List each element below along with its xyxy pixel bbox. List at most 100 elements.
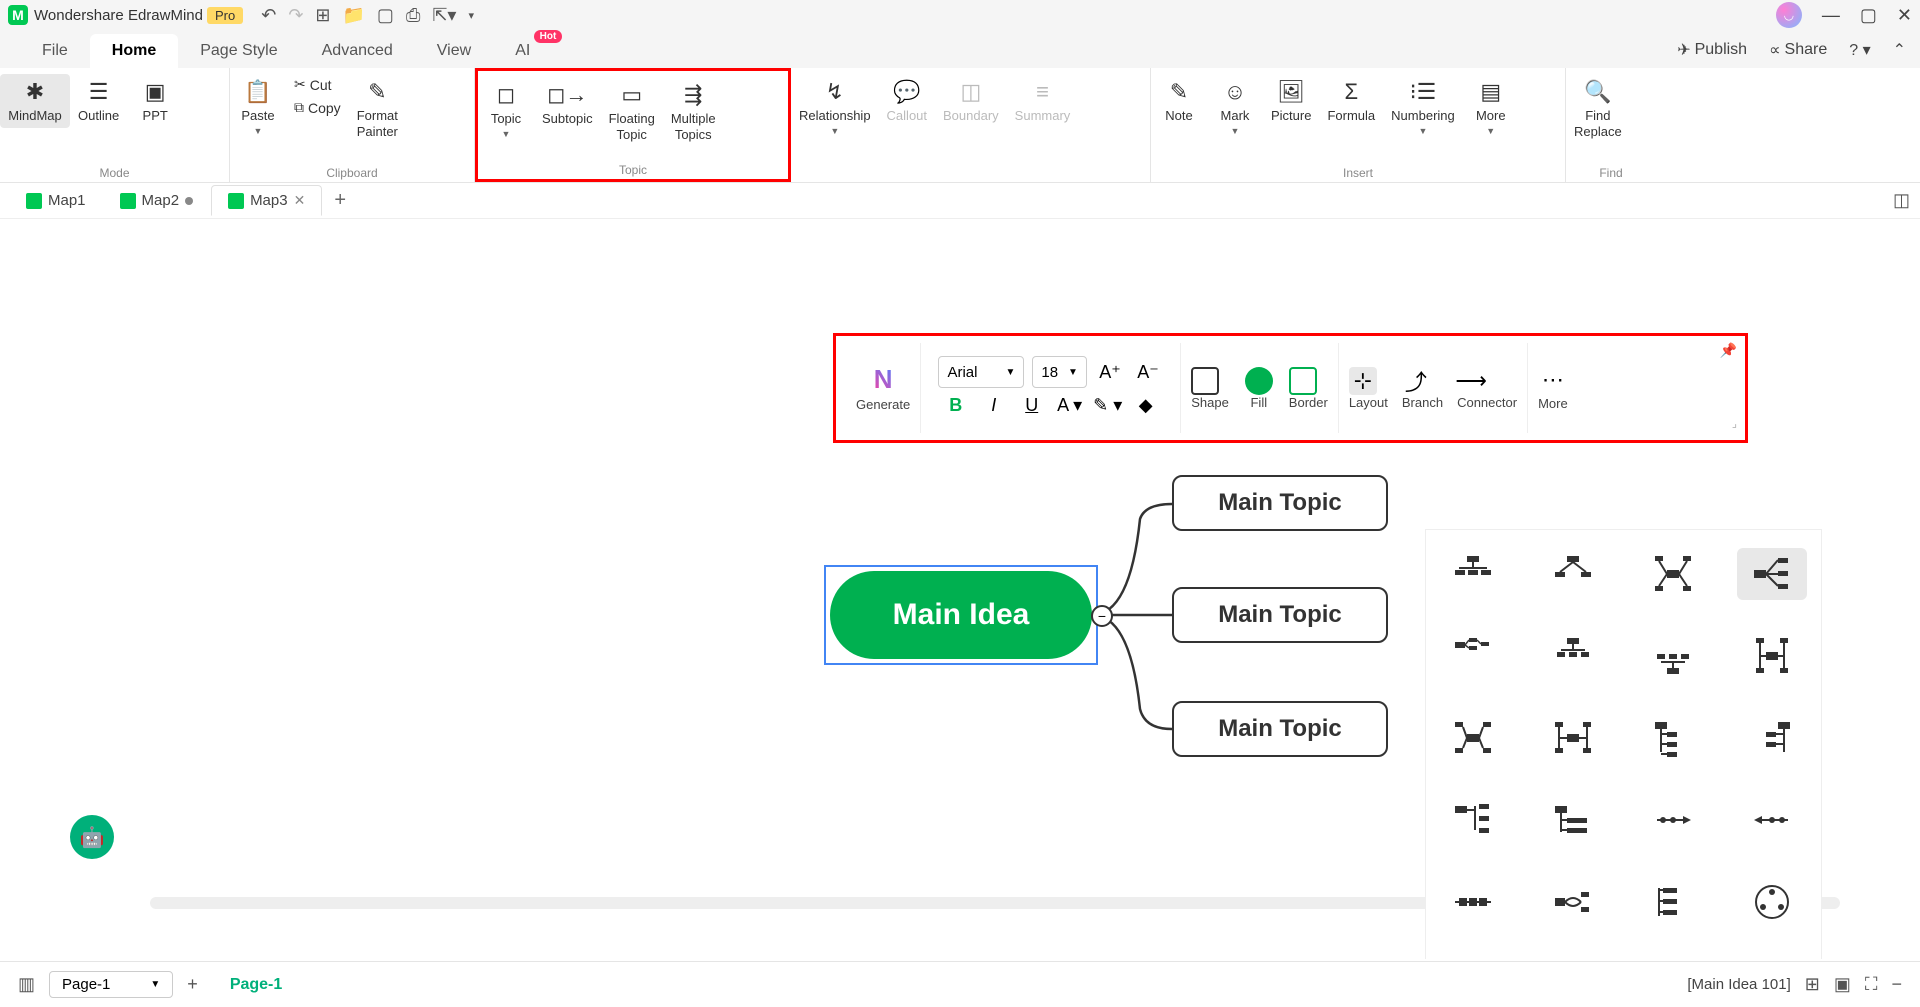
layout-option-6[interactable] xyxy=(1538,630,1608,682)
font-color-button[interactable]: A ▾ xyxy=(1055,390,1085,420)
layout-option-15[interactable] xyxy=(1638,794,1708,846)
layout-option-19[interactable] xyxy=(1638,876,1708,928)
fullscreen-icon[interactable]: ⛶ xyxy=(1865,974,1878,995)
layout-option-1[interactable] xyxy=(1438,548,1508,600)
layout-option-4[interactable] xyxy=(1737,548,1807,600)
open-icon[interactable]: 📁 xyxy=(343,5,365,26)
branch-button[interactable]: ⤴ xyxy=(1402,367,1430,395)
tab-pagestyle[interactable]: Page Style xyxy=(178,34,299,68)
side-panel-toggle-icon[interactable]: ◫ xyxy=(1893,190,1910,211)
view-mode-1-icon[interactable]: ⊞ xyxy=(1805,974,1820,995)
more-button[interactable]: ▤More▼ xyxy=(1463,74,1519,140)
doc-tab-map3[interactable]: Map3✕ xyxy=(211,185,322,216)
doc-tab-map2[interactable]: Map2 xyxy=(104,186,210,215)
layout-option-5[interactable] xyxy=(1438,630,1508,682)
doc-tab-map1[interactable]: Map1 xyxy=(10,186,102,215)
note-button[interactable]: ✎Note xyxy=(1151,74,1207,128)
increase-font-button[interactable]: A⁺ xyxy=(1095,357,1125,387)
layout-option-21[interactable] xyxy=(1438,958,1508,959)
layout-option-11[interactable] xyxy=(1638,712,1708,764)
fill-icon[interactable] xyxy=(1245,367,1273,395)
more-options-button[interactable]: ⋯ xyxy=(1539,366,1567,394)
tab-home[interactable]: Home xyxy=(90,34,178,68)
layout-option-20[interactable] xyxy=(1737,876,1807,928)
layout-option-9[interactable] xyxy=(1438,712,1508,764)
mark-button[interactable]: ☺Mark▼ xyxy=(1207,74,1263,140)
minimize-icon[interactable]: — xyxy=(1822,5,1840,26)
generate-button[interactable]: Generate xyxy=(856,397,910,412)
layout-option-22[interactable] xyxy=(1538,958,1608,959)
pin-icon[interactable]: 📌 xyxy=(1720,342,1737,359)
publish-button[interactable]: ✈Publish xyxy=(1677,40,1747,60)
outline-button[interactable]: ☰Outline xyxy=(70,74,127,128)
redo-icon[interactable]: ↷ xyxy=(288,5,303,26)
layout-option-12[interactable] xyxy=(1737,712,1807,764)
qat-customize-icon[interactable]: ▾ xyxy=(468,9,474,22)
tab-file[interactable]: File xyxy=(20,34,90,68)
numbering-button[interactable]: ⁝☰Numbering▼ xyxy=(1383,74,1463,140)
formula-button[interactable]: ΣFormula xyxy=(1319,74,1383,128)
border-icon[interactable] xyxy=(1289,367,1317,395)
add-tab-button[interactable]: + xyxy=(324,189,356,212)
tab-advanced[interactable]: Advanced xyxy=(300,34,415,68)
share-button[interactable]: ∝Share xyxy=(1769,40,1827,60)
outline-view-icon[interactable]: ▥ xyxy=(18,974,35,995)
layout-option-16[interactable] xyxy=(1737,794,1807,846)
add-page-button[interactable]: + xyxy=(187,974,198,995)
highlight-color-button[interactable]: ✎ ▾ xyxy=(1093,390,1123,420)
underline-button[interactable]: U xyxy=(1017,390,1047,420)
close-tab-icon[interactable]: ✕ xyxy=(294,192,306,209)
topic-button[interactable]: ◻Topic▼ xyxy=(478,77,534,143)
copy-button[interactable]: ⧉Copy xyxy=(292,97,343,118)
page-tab[interactable]: Page-1 xyxy=(212,968,300,1002)
layout-option-13[interactable] xyxy=(1438,794,1508,846)
new-icon[interactable]: ⊞ xyxy=(315,5,330,26)
font-select[interactable]: Arial▼ xyxy=(938,356,1024,388)
format-painter-button[interactable]: ✎Format Painter xyxy=(349,74,406,143)
picture-button[interactable]: 🖼Picture xyxy=(1263,74,1319,128)
connector-button[interactable]: ⟶ xyxy=(1457,367,1485,395)
zoom-out-icon[interactable]: − xyxy=(1891,974,1902,995)
maximize-icon[interactable]: ▢ xyxy=(1860,5,1877,26)
main-idea-node[interactable]: Main Idea xyxy=(830,571,1092,659)
export-icon[interactable]: ⇱▾ xyxy=(432,5,456,26)
tab-ai[interactable]: AIHot xyxy=(493,34,552,68)
layout-option-7[interactable] xyxy=(1638,630,1708,682)
floating-topic-button[interactable]: ▭Floating Topic xyxy=(601,77,663,146)
multiple-topics-button[interactable]: ⇶Multiple Topics xyxy=(663,77,724,146)
decrease-font-button[interactable]: A⁻ xyxy=(1133,357,1163,387)
layout-option-10[interactable] xyxy=(1538,712,1608,764)
italic-button[interactable]: I xyxy=(979,390,1009,420)
collapse-node-icon[interactable]: − xyxy=(1091,605,1113,627)
expand-corner-icon[interactable]: ⌟ xyxy=(1732,417,1737,430)
mindmap-button[interactable]: ✱MindMap xyxy=(0,74,70,128)
cut-button[interactable]: ✂Cut xyxy=(292,74,343,95)
layout-option-3[interactable] xyxy=(1638,548,1708,600)
layout-option-14[interactable] xyxy=(1538,794,1608,846)
close-icon[interactable]: ✕ xyxy=(1897,5,1912,26)
layout-option-18[interactable] xyxy=(1538,876,1608,928)
find-replace-button[interactable]: 🔍Find Replace xyxy=(1566,74,1630,143)
layout-option-8[interactable] xyxy=(1737,630,1807,682)
clear-format-button[interactable]: ◆ xyxy=(1131,390,1161,420)
layout-button[interactable]: ⊹ xyxy=(1349,367,1377,395)
collapse-ribbon-icon[interactable]: ⌃ xyxy=(1893,40,1906,60)
help-icon[interactable]: ? ▾ xyxy=(1849,40,1870,60)
shape-icon[interactable] xyxy=(1191,367,1219,395)
tab-view[interactable]: View xyxy=(415,34,493,68)
font-size-select[interactable]: 18▼ xyxy=(1032,356,1087,388)
page-select[interactable]: Page-1▼ xyxy=(49,971,173,998)
undo-icon[interactable]: ↶ xyxy=(261,5,276,26)
paste-button[interactable]: 📋Paste▼ xyxy=(230,74,286,140)
user-avatar[interactable]: ◡ xyxy=(1776,2,1802,28)
bold-button[interactable]: B xyxy=(941,390,971,420)
subtopic-button[interactable]: ◻→Subtopic xyxy=(534,77,601,131)
layout-option-17[interactable] xyxy=(1438,876,1508,928)
print-icon[interactable]: ⎙ xyxy=(406,5,420,26)
layout-option-2[interactable] xyxy=(1538,548,1608,600)
ppt-button[interactable]: ▣PPT xyxy=(127,74,183,128)
view-mode-2-icon[interactable]: ▣ xyxy=(1834,974,1851,995)
relationship-button[interactable]: ↯Relationship▼ xyxy=(791,74,879,140)
save-icon[interactable]: ▢ xyxy=(377,5,394,26)
canvas[interactable]: Main Idea − Main Topic Main Topic Main T… xyxy=(0,219,1920,959)
